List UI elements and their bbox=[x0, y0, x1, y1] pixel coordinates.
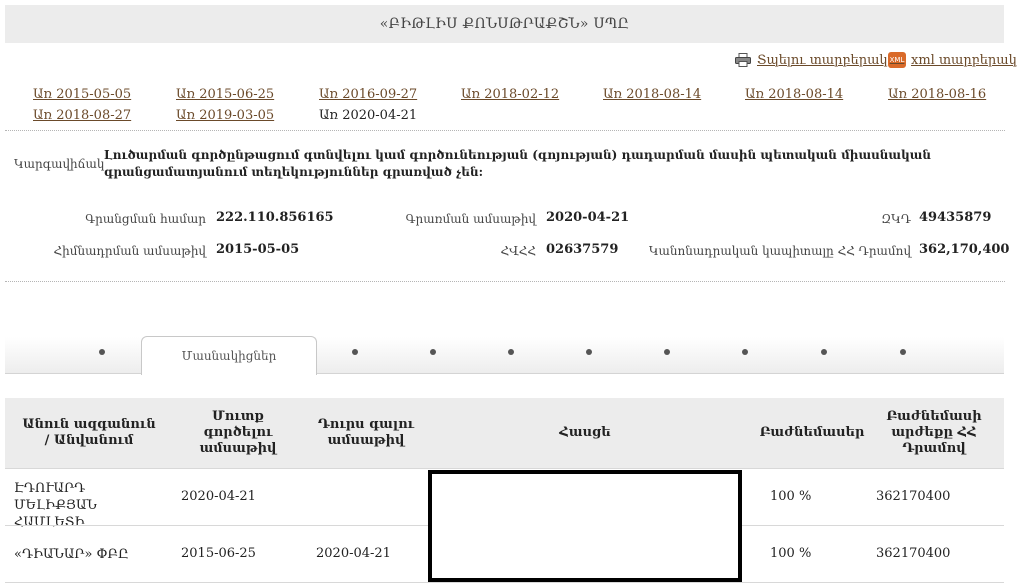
shares-percent: 100 % bbox=[770, 489, 812, 504]
founding-date-label: Հիմնադրման ամսաթիվ bbox=[53, 244, 206, 258]
tab-participants[interactable]: Մասնակիցներ bbox=[141, 336, 317, 375]
share-value: 362170400 bbox=[876, 489, 951, 504]
tab-dot[interactable] bbox=[430, 349, 436, 355]
participant-name: ԷԴՈՒԱՐԴ ՄԵԼԻՔՅԱՆ ՀԱՄԼԵՏԻ bbox=[14, 481, 97, 530]
status-label: Կարգավիճակ bbox=[14, 157, 105, 171]
page-title: «ԲԻԹԼԻՍ ՔՈՆՍԹՐԱՔՇՆ» ՍՊԸ bbox=[5, 5, 1004, 43]
tab-dot[interactable] bbox=[664, 349, 670, 355]
entry-date: 2020-04-21 bbox=[181, 489, 256, 504]
col-header-exit-date: Դուրս գալու ամսաթիվ bbox=[317, 417, 415, 448]
tab-dot[interactable] bbox=[352, 349, 358, 355]
date-link[interactable]: Առ 2016-09-27 bbox=[319, 87, 417, 102]
col-header-address: Հասցե bbox=[559, 425, 611, 440]
col-header-share-value: Բաժնեմասի արժեքը ՀՀ Դրամով bbox=[886, 409, 982, 456]
print-version-link[interactable]: Տպելու տարբերակ bbox=[735, 52, 888, 68]
date-link[interactable]: Առ 2018-08-14 bbox=[603, 87, 701, 102]
tab-dot[interactable] bbox=[586, 349, 592, 355]
row-divider bbox=[5, 582, 1004, 583]
zkd-value: 49435879 bbox=[919, 210, 992, 225]
printer-icon bbox=[735, 53, 751, 67]
xml-icon: XML bbox=[888, 52, 906, 68]
reg-number-value: 222.110.856165 bbox=[216, 210, 334, 225]
row-divider bbox=[5, 468, 1004, 469]
date-link[interactable]: Առ 2018-08-27 bbox=[33, 108, 131, 123]
date-link[interactable]: Առ 2019-03-05 bbox=[176, 108, 274, 123]
date-link[interactable]: Առ 2018-08-14 bbox=[745, 87, 843, 102]
tin-value: 02637579 bbox=[546, 242, 619, 257]
print-version-label: Տպելու տարբերակ bbox=[757, 52, 888, 68]
record-date-value: 2020-04-21 bbox=[546, 210, 630, 225]
founding-date-value: 2015-05-05 bbox=[216, 242, 300, 257]
tab-dot[interactable] bbox=[821, 349, 827, 355]
shares-percent: 100 % bbox=[770, 546, 812, 561]
redacted-address-box bbox=[428, 470, 742, 582]
tin-label: ՀՎՀՀ bbox=[500, 244, 536, 258]
zkd-label: ԶԿԴ bbox=[881, 212, 911, 226]
col-header-shares: Բաժնեմասեր bbox=[759, 425, 865, 440]
tab-dot[interactable] bbox=[99, 349, 105, 355]
tab-dot[interactable] bbox=[900, 349, 906, 355]
xml-version-link[interactable]: XML xml տարբերակ bbox=[888, 52, 1017, 68]
record-date-label: Գրառման ամսաթիվ bbox=[405, 212, 536, 226]
share-value: 362170400 bbox=[876, 546, 951, 561]
tab-dot[interactable] bbox=[742, 349, 748, 355]
exit-date: 2020-04-21 bbox=[316, 546, 391, 561]
col-header-entry-date: Մուտք գործելու ամսաթիվ bbox=[199, 409, 277, 456]
date-link[interactable]: Առ 2015-06-25 bbox=[176, 87, 274, 102]
current-date: Առ 2020-04-21 bbox=[319, 108, 418, 123]
date-link[interactable]: Առ 2018-02-12 bbox=[461, 87, 559, 102]
participant-name: «ԴԻԱՆԱՐ» ՓԲԸ bbox=[14, 547, 129, 562]
tab-dot[interactable] bbox=[508, 349, 514, 355]
divider bbox=[5, 130, 1005, 131]
capital-value: 362,170,400 bbox=[919, 242, 1010, 257]
date-link[interactable]: Առ 2015-05-05 bbox=[33, 87, 131, 102]
status-text: Լուծարման գործընթացում գտնվելու կամ գործ… bbox=[104, 148, 931, 179]
xml-version-label: xml տարբերակ bbox=[911, 52, 1017, 68]
col-header-name: Անուն ազգանուն / Անվանում bbox=[22, 417, 156, 448]
divider bbox=[5, 281, 1005, 282]
date-link[interactable]: Առ 2018-08-16 bbox=[888, 87, 986, 102]
capital-label: Կանոնադրական կապիտալը ՀՀ Դրամով bbox=[648, 244, 911, 258]
entry-date: 2015-06-25 bbox=[181, 546, 256, 561]
reg-number-label: Գրանցման համար bbox=[85, 212, 206, 226]
